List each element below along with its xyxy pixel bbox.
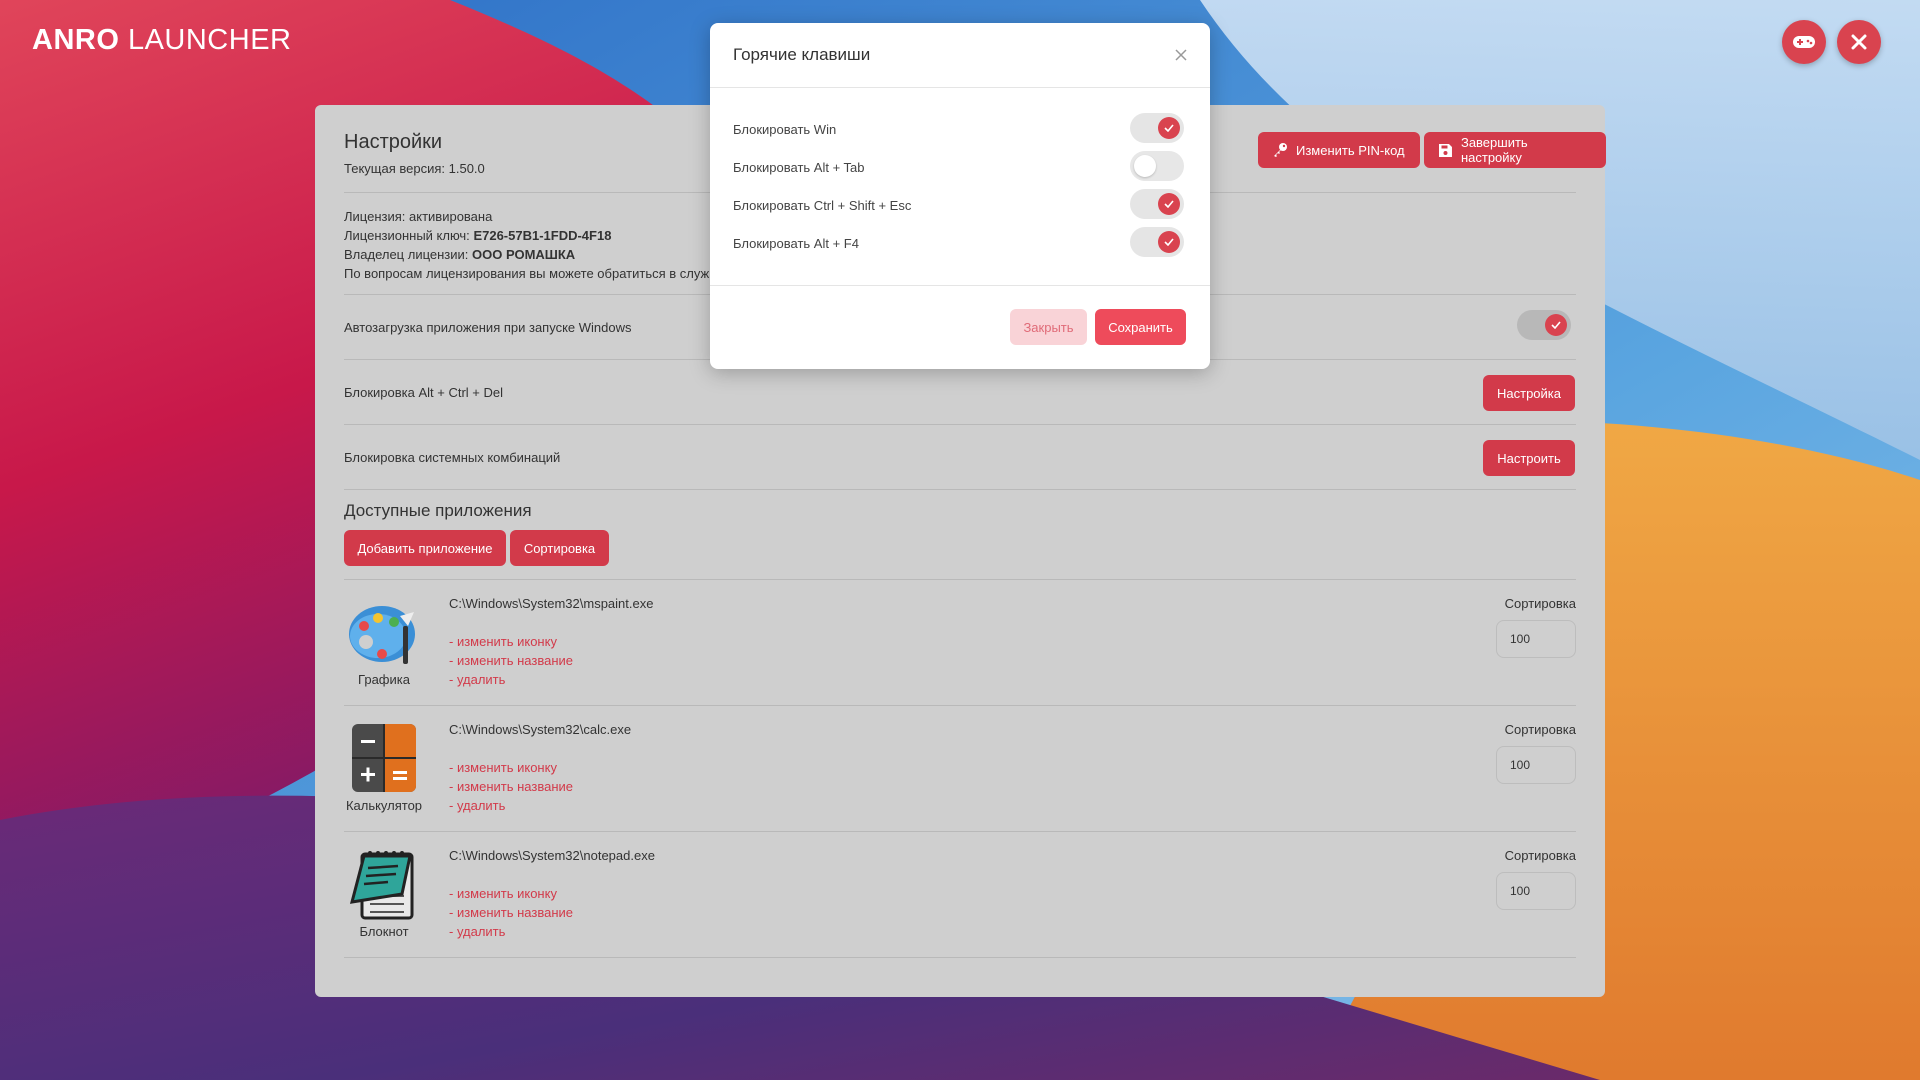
hotkey-toggle-alt-f4[interactable] bbox=[1130, 227, 1184, 257]
hotkey-label: Блокировать Win bbox=[733, 122, 837, 137]
modal-close-icon[interactable] bbox=[1172, 46, 1190, 64]
hotkey-label: Блокировать Alt + Tab bbox=[733, 160, 865, 175]
hotkeys-modal: Горячие клавиши Блокировать Win Блокиров… bbox=[710, 23, 1210, 369]
hotkey-toggle-win[interactable] bbox=[1130, 113, 1184, 143]
modal-divider bbox=[710, 87, 1210, 88]
modal-close-button[interactable]: Закрыть bbox=[1010, 309, 1087, 345]
check-icon bbox=[1164, 124, 1174, 132]
modal-save-button[interactable]: Сохранить bbox=[1095, 309, 1186, 345]
check-icon bbox=[1164, 200, 1174, 208]
toggle-knob bbox=[1158, 231, 1180, 253]
modal-title: Горячие клавиши bbox=[733, 45, 871, 64]
hotkey-toggle-ctrl-shift-esc[interactable] bbox=[1130, 189, 1184, 219]
modal-divider bbox=[710, 285, 1210, 286]
hotkey-label: Блокировать Ctrl + Shift + Esc bbox=[733, 198, 912, 213]
hotkey-label: Блокировать Alt + F4 bbox=[733, 236, 859, 251]
check-icon bbox=[1164, 238, 1174, 246]
hotkey-toggle-alt-tab[interactable] bbox=[1130, 151, 1184, 181]
toggle-knob bbox=[1134, 155, 1156, 177]
toggle-knob bbox=[1158, 117, 1180, 139]
toggle-knob bbox=[1158, 193, 1180, 215]
